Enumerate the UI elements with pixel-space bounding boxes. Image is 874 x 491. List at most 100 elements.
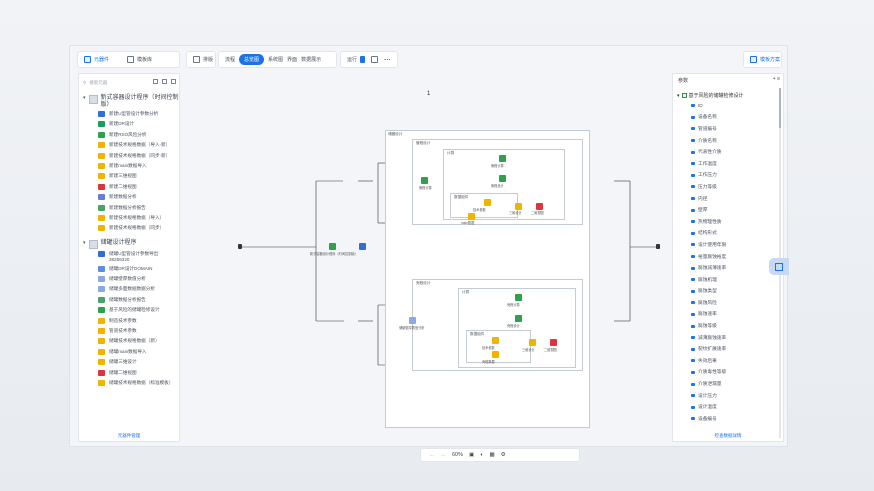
parameter-item[interactable]: 代表性介质 — [677, 146, 777, 158]
parameter-item[interactable]: 介质名称 — [677, 135, 777, 147]
parameter-item[interactable]: 工作压力 — [677, 170, 777, 182]
parameter-item[interactable]: 裂纹扩展速率 — [677, 343, 777, 355]
redo-icon[interactable]: → — [441, 452, 447, 458]
component-item[interactable]: 新建U型管设计参数分析 — [83, 111, 179, 121]
component-item[interactable]: 管道技术参数 — [83, 328, 179, 338]
entry-node[interactable] — [238, 244, 242, 249]
component-item[interactable]: 新建数据分析 — [83, 194, 179, 204]
image-icon[interactable]: ▩ — [490, 452, 495, 458]
more-icon[interactable] — [384, 58, 391, 61]
parameter-item[interactable]: 结构形式 — [677, 228, 777, 240]
parameter-item[interactable]: 腐蚀类型 — [677, 286, 777, 298]
component-item[interactable]: 新建技术规格数据（同步） — [83, 225, 179, 235]
component-item[interactable]: 新建DR设计 — [83, 121, 179, 131]
tab-templates[interactable]: 模板库 — [127, 56, 152, 63]
zoom-value[interactable]: 60% — [452, 452, 463, 458]
parameter-item[interactable]: 设备编号 — [677, 413, 777, 425]
bottom-node-1[interactable] — [515, 294, 522, 301]
detail-link[interactable]: 检查数据详情 — [673, 433, 783, 439]
component-item[interactable]: 储罐三维设计 — [83, 359, 179, 369]
view-mode-0[interactable]: 流程 — [225, 56, 235, 63]
contrast-icon[interactable]: ◐ — [480, 452, 483, 458]
top-node-6[interactable] — [536, 203, 543, 210]
fit-icon[interactable]: ▣ — [469, 452, 474, 458]
view-mode-2[interactable]: 系统图 — [268, 56, 283, 63]
bottom-node-4[interactable] — [492, 351, 499, 358]
flow-canvas[interactable]: 1 储罐设计 管程设计 计算 数据组件 壳程设计 计算 数据组件 新式容器设计程… — [186, 73, 668, 462]
component-item[interactable]: 新建二维视图 — [83, 183, 179, 194]
parameter-item[interactable]: 管道编号 — [677, 123, 777, 135]
top-left-node[interactable] — [421, 177, 428, 184]
end-node[interactable] — [656, 244, 660, 249]
top-node-4[interactable] — [468, 213, 475, 220]
search-box[interactable]: ⚲ 搜索元器 — [83, 78, 153, 88]
component-item[interactable]: 新建数据分析报告 — [83, 204, 179, 215]
group-header[interactable]: ▾ 储罐设计程序 — [83, 239, 179, 249]
component-item[interactable]: 储罐U型管设计参数导出 38256320 — [83, 250, 179, 266]
component-item[interactable]: 新建技术规格数据（导入-新） — [83, 142, 179, 152]
settings-icon[interactable]: ⚙ — [501, 452, 506, 458]
view-mode-1[interactable]: 总览图 — [239, 54, 265, 65]
parameter-item[interactable]: 压力等级 — [677, 181, 777, 193]
bottom-node-6[interactable] — [550, 339, 557, 346]
component-item[interactable]: 制造技术参数 — [83, 317, 179, 328]
parameter-item[interactable]: 介质泄漏量 — [677, 378, 777, 390]
component-item[interactable]: 储罐DR设计DOMAIN — [83, 265, 179, 276]
bottom-node-5[interactable] — [529, 339, 536, 346]
parameter-item[interactable]: 设计压力 — [677, 390, 777, 402]
collapse-icon[interactable]: ≡ — [777, 76, 780, 82]
component-item[interactable]: 储罐main数据导入 — [83, 348, 179, 359]
filter-icon[interactable] — [171, 79, 176, 84]
parameter-item[interactable]: 腐蚀减薄速率 — [677, 262, 777, 274]
scrollbar-thumb[interactable] — [779, 88, 781, 128]
parameter-item[interactable]: 腐蚀等级 — [677, 320, 777, 332]
component-item[interactable]: 新建三维视图 — [83, 173, 179, 183]
undo-icon[interactable]: ← — [429, 452, 435, 458]
component-item[interactable]: 新建RSO风险分析 — [83, 131, 179, 142]
top-node-1[interactable] — [499, 155, 506, 162]
parameter-item[interactable]: 热物理性质 — [677, 216, 777, 228]
parameter-item[interactable]: 工作温度 — [677, 158, 777, 170]
bottom-left-node[interactable] — [409, 317, 416, 324]
component-item[interactable]: 储罐壁厚数值分析 — [83, 276, 179, 286]
bottom-node-2[interactable] — [515, 315, 522, 322]
component-item[interactable]: 储罐技术规格数据（新） — [83, 338, 179, 348]
group-header[interactable]: ▾ 新式容器设计程序（时间控制版） — [83, 95, 179, 109]
start-node[interactable] — [329, 243, 336, 250]
view-mode-3[interactable]: 界面 — [287, 56, 297, 63]
grid-view-icon[interactable] — [162, 79, 167, 84]
parameter-item[interactable]: 腐蚀机理 — [677, 274, 777, 286]
parameter-root[interactable]: ▾ 基于风险的储罐检修设计 — [677, 91, 777, 100]
component-item[interactable]: 储罐技术规格数据（标准模板） — [83, 379, 179, 395]
component-item[interactable]: 新建技术规格数据（同步-新） — [83, 152, 179, 163]
parameter-item[interactable]: 腐蚀风险 — [677, 297, 777, 309]
parameter-item[interactable]: 失效后果 — [677, 355, 777, 367]
branch-node[interactable] — [359, 243, 366, 250]
parameter-item[interactable]: 减薄腐蚀速率 — [677, 332, 777, 344]
parameter-item[interactable]: 壁厚 — [677, 204, 777, 216]
parameter-item[interactable]: ID — [677, 100, 777, 112]
parameter-item[interactable]: 腐蚀速率 — [677, 309, 777, 321]
add-icon[interactable]: + — [773, 76, 776, 82]
list-view-icon[interactable] — [153, 79, 158, 84]
parameter-item[interactable]: 内径 — [677, 193, 777, 205]
component-item[interactable]: 储罐二维视图 — [83, 369, 179, 380]
parameter-item[interactable]: 设计使用年限 — [677, 239, 777, 251]
tab-components[interactable]: 元器件 — [84, 56, 109, 63]
layout-button[interactable]: 排版 — [193, 56, 213, 63]
parameter-item[interactable]: 裕量腐蚀裕度 — [677, 251, 777, 263]
run-button[interactable]: 运行 — [347, 56, 366, 63]
component-item[interactable]: 新建技术规格数据（导入） — [83, 214, 179, 225]
parameter-item[interactable]: 设计温度 — [677, 401, 777, 413]
component-item[interactable]: 储罐数据分析报告 — [83, 296, 179, 307]
component-item[interactable]: 新建main数据导入 — [83, 162, 179, 173]
publish-button[interactable]: 模板方案 — [750, 56, 780, 63]
parameter-item[interactable]: 设备名称 — [677, 112, 777, 124]
share-icon[interactable] — [371, 56, 379, 63]
manage-link[interactable]: 元器件管理 — [79, 433, 179, 439]
top-node-3[interactable] — [484, 199, 491, 206]
component-item[interactable]: 基于风险的储罐检修设计 — [83, 307, 179, 317]
top-node-2[interactable] — [499, 175, 506, 182]
parameter-item[interactable]: 介质毒性等级 — [677, 367, 777, 379]
top-node-5[interactable] — [515, 203, 522, 210]
